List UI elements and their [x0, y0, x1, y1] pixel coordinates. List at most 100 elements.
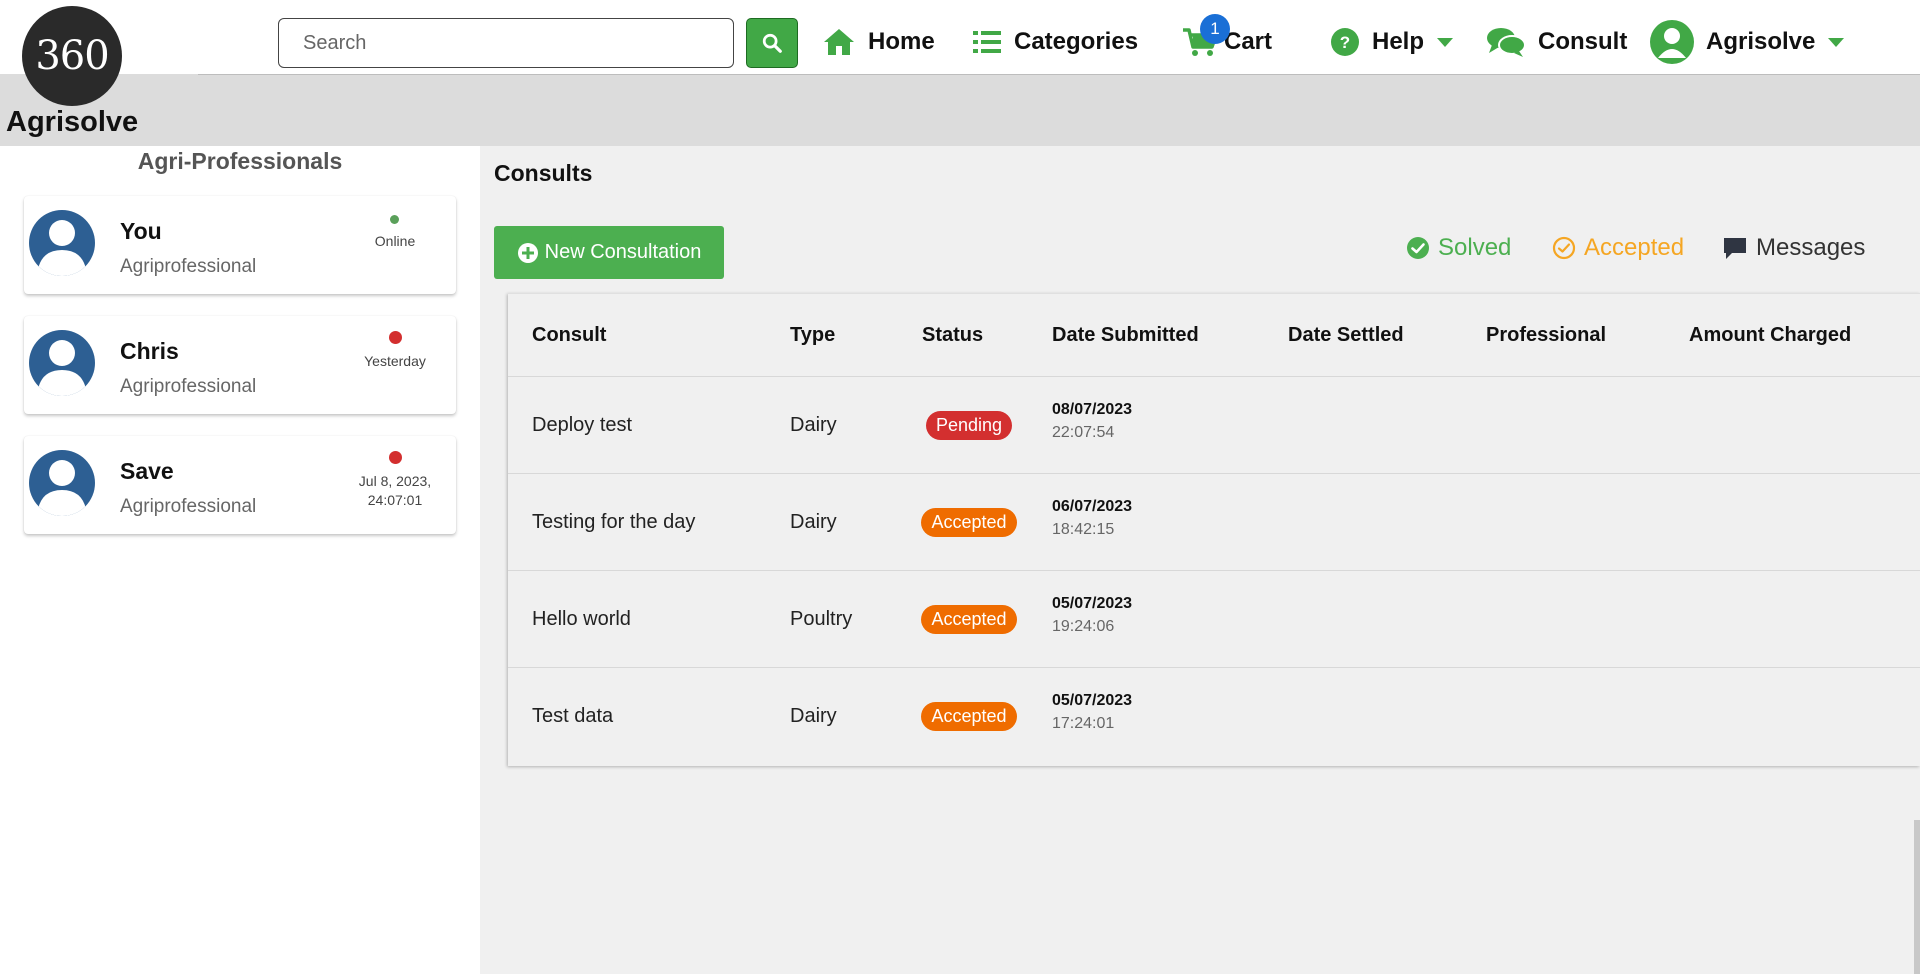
professional-status: Yesterday [364, 353, 426, 369]
nav-help[interactable]: ? Help [1330, 20, 1454, 64]
consults-panel: Consults New Consultation Solved Accepte… [480, 146, 1920, 974]
logo-text: 360 [35, 33, 109, 79]
offline-status-dot [389, 331, 402, 344]
professional-name: Chris [120, 338, 179, 364]
consult-type: Poultry [790, 608, 853, 630]
status-cell: Accepted [912, 571, 1026, 668]
user-icon [37, 220, 87, 276]
home-icon [824, 29, 854, 55]
check-circle-outline-icon [1552, 236, 1576, 260]
sidebar-title: Agri-Professionals [137, 148, 343, 174]
professional-status: Jul 8, 2023, 24:07:01 [358, 473, 432, 508]
column-header-type[interactable]: Type [790, 294, 835, 376]
nav-consult-label: Consult [1538, 28, 1628, 55]
professional-avatar [29, 450, 95, 516]
table-row[interactable]: Test data Dairy Accepted 05/07/2023 17:2… [508, 667, 1920, 764]
brand-logo[interactable]: 360 [22, 6, 122, 106]
column-header-professional[interactable]: Professional [1486, 294, 1606, 376]
chevron-down-icon [1828, 38, 1845, 47]
user-avatar [1650, 20, 1694, 64]
cart-count-badge: 1 [1200, 14, 1230, 44]
legend-solved: Solved [1406, 230, 1511, 266]
page-title: Consults [494, 160, 593, 186]
search-button[interactable] [746, 18, 798, 68]
date-submitted: 08/07/2023 22:07:54 [1052, 401, 1132, 442]
column-header-amount-charged[interactable]: Amount Charged [1689, 294, 1851, 376]
professional-status: Online [374, 233, 416, 249]
table-row[interactable]: Testing for the day Dairy Accepted 06/07… [508, 473, 1920, 570]
date-submitted-date: 05/07/2023 [1052, 692, 1133, 709]
professional-name: You [120, 218, 162, 244]
professional-name: Save [120, 458, 174, 484]
list-icon [973, 31, 1001, 53]
plus-circle-icon [517, 242, 538, 263]
page-scrollbar[interactable] [1914, 820, 1920, 974]
legend-messages: Messages [1722, 230, 1865, 266]
table-row[interactable]: Hello world Poultry Accepted 05/07/2023 … [508, 570, 1920, 667]
date-submitted-date: 06/07/2023 [1052, 498, 1133, 515]
nav-categories[interactable]: Categories [972, 20, 1138, 64]
professional-card[interactable]: Chris Agriprofessional Yesterday [24, 316, 456, 414]
consult-type: Dairy [790, 511, 837, 533]
consult-title: Hello world [532, 608, 631, 630]
user-menu[interactable]: Agrisolve [1650, 20, 1845, 64]
nav-help-label: Help [1372, 28, 1425, 55]
date-submitted-date: 08/07/2023 [1052, 401, 1133, 418]
top-header: 360 Agrisolve Home Categories Cart 1 [0, 0, 1920, 146]
status-cell: Accepted [912, 474, 1026, 571]
consult-title: Test data [532, 705, 614, 727]
user-icon [37, 340, 87, 396]
svg-text:?: ? [1340, 33, 1350, 52]
status-badge: Accepted [921, 605, 1017, 634]
professional-avatar [29, 210, 95, 276]
column-header-status[interactable]: Status [922, 294, 983, 376]
nav-consult[interactable]: Consult [1486, 20, 1627, 64]
date-submitted: 05/07/2023 17:24:01 [1052, 692, 1132, 733]
new-consultation-button[interactable]: New Consultation [494, 226, 724, 279]
date-submitted: 05/07/2023 19:24:06 [1052, 595, 1132, 636]
column-header-consult[interactable]: Consult [532, 294, 606, 376]
help-icon: ? [1331, 28, 1359, 56]
brand-name[interactable]: Agrisolve [6, 106, 138, 139]
professional-card[interactable]: Save Agriprofessional Jul 8, 2023, 24:07… [24, 436, 456, 534]
consult-type: Dairy [790, 705, 837, 727]
search-icon [762, 33, 782, 53]
offline-status-dot [389, 451, 402, 464]
table-row[interactable]: Deploy test Dairy Pending 08/07/2023 22:… [508, 376, 1920, 473]
date-submitted-time: 19:24:06 [1052, 618, 1115, 635]
professionals-sidebar: Agri-Professionals You Agriprofessional … [0, 146, 480, 974]
date-submitted: 06/07/2023 18:42:15 [1052, 498, 1132, 539]
legend-messages-label: Messages [1756, 234, 1866, 261]
user-icon [1658, 28, 1686, 58]
date-submitted-time: 18:42:15 [1052, 521, 1115, 538]
nav-categories-label: Categories [1014, 28, 1139, 55]
column-header-date-settled[interactable]: Date Settled [1288, 294, 1404, 376]
date-submitted-time: 22:07:54 [1052, 424, 1115, 441]
status-badge: Accepted [921, 508, 1017, 537]
professional-role: Agriprofessional [120, 496, 257, 517]
status-badge: Accepted [921, 702, 1017, 731]
chat-icon [1487, 28, 1526, 57]
consult-type: Dairy [790, 414, 837, 436]
consult-title: Testing for the day [532, 511, 696, 533]
nav-home[interactable]: Home [822, 20, 935, 64]
status-cell: Accepted [912, 668, 1026, 765]
legend-accepted: Accepted [1552, 230, 1684, 266]
professional-card[interactable]: You Agriprofessional Online [24, 196, 456, 294]
professional-role: Agriprofessional [120, 376, 257, 397]
date-submitted-time: 17:24:01 [1052, 715, 1115, 732]
status-badge: Pending [925, 411, 1013, 440]
message-icon [1724, 238, 1746, 259]
legend-accepted-label: Accepted [1584, 234, 1685, 261]
status-cell: Pending [912, 377, 1026, 474]
search-input[interactable] [278, 18, 734, 68]
nav-home-label: Home [868, 28, 935, 55]
column-header-date-submitted[interactable]: Date Submitted [1052, 294, 1199, 376]
check-circle-icon [1407, 237, 1429, 259]
chevron-down-icon [1437, 38, 1454, 47]
professional-avatar [29, 330, 95, 396]
professional-role: Agriprofessional [120, 256, 257, 277]
legend-solved-label: Solved [1438, 234, 1512, 261]
new-consultation-label: New Consultation [544, 241, 702, 263]
date-submitted-date: 05/07/2023 [1052, 595, 1133, 612]
